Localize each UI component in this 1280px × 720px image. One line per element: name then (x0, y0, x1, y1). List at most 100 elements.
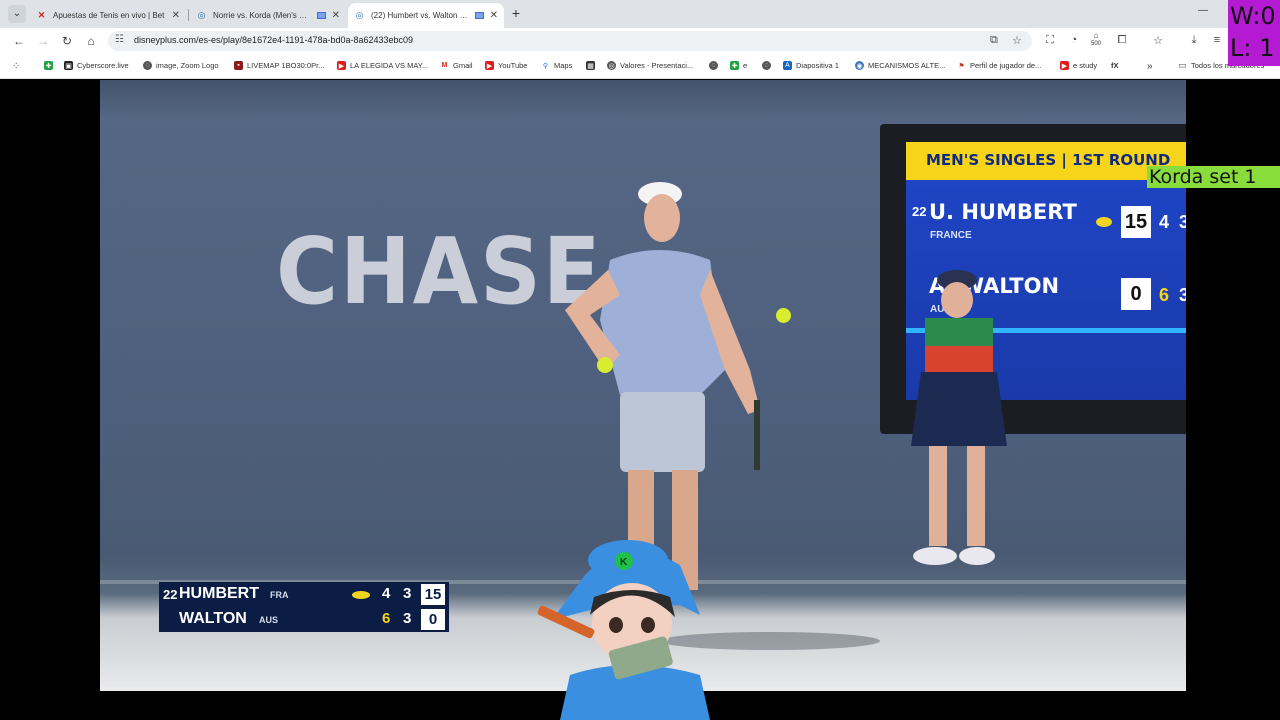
extension-badge[interactable]: ⌂ 500 (1091, 32, 1101, 48)
scoreboard-p2-set1: 6 (1159, 285, 1170, 305)
reading-list-star-icon[interactable]: ☆ (1151, 34, 1165, 47)
screenshot-extension-icon[interactable]: ⛶ (1043, 34, 1057, 47)
bookmark-livemap[interactable]: ▪ LIVEMAP 1BO30:0Pr... (234, 61, 324, 70)
bookmark-maps[interactable]: ⚲ Maps (541, 61, 572, 70)
bookmarks-overflow-chevron-icon[interactable]: » (1147, 61, 1153, 72)
racket-icon: ⚑ (957, 61, 966, 70)
tab-title: (22) Humbert vs. Walton (M (371, 11, 469, 20)
bookmark-label: e (743, 61, 748, 70)
scoreboard-p1-name: U. HUMBERT (929, 200, 1077, 224)
maps-pin-icon: ⚲ (541, 61, 550, 70)
bookmark-label: LA ELEGIDA VS MAY... (350, 61, 429, 70)
scorebug-p1-set2: 3 (403, 585, 412, 602)
address-url[interactable]: disneyplus.com/es-es/play/8e1672e4-1191-… (134, 35, 413, 45)
bookmark-globe-icon[interactable]: ◌ (709, 61, 722, 70)
scoreboard-p2-points: 0 (1121, 278, 1151, 310)
window-minimize-icon[interactable]: — (1198, 5, 1208, 16)
svg-text:K: K (620, 557, 628, 568)
downloads-icon[interactable]: ⤓ (1187, 34, 1201, 47)
back-arrow-icon[interactable]: ← (12, 33, 26, 49)
gmail-icon: M (440, 61, 449, 70)
extension-badge-dot-icon: ⌂ (1093, 31, 1099, 40)
address-bar[interactable]: ☷ disneyplus.com/es-es/play/8e1672e4-119… (108, 31, 1032, 51)
home-icon[interactable]: ⌂ (84, 33, 98, 49)
bookmark-mecanismos[interactable]: ◉ MECANISMOS ALTE... (855, 61, 945, 70)
media-playing-icon (474, 12, 484, 19)
scoreboard-p1-seed: 22 (912, 204, 927, 219)
new-tab-plus-icon[interactable]: + (509, 5, 523, 21)
scorebug-p2-country: AUS (259, 615, 279, 625)
losses-count: L: 1 (1230, 34, 1275, 62)
bookmark-zoom-logo[interactable]: ◌ image, Zoom Logo (143, 61, 219, 70)
media-playing-icon (316, 12, 326, 19)
scorebug-p2-set1: 6 (382, 610, 391, 627)
bookmark-label: Maps (554, 61, 573, 70)
globe-icon: ◌ (709, 61, 718, 70)
bookmark-dark-square-icon[interactable]: ▦ (586, 61, 599, 70)
scoreboard-p1-country: FRANCE (930, 230, 972, 241)
bookmark-cyberscore[interactable]: ▣ Cyberscore.live (64, 61, 129, 70)
reload-icon[interactable]: ↻ (60, 33, 74, 49)
bookmark-label: image, Zoom Logo (156, 61, 219, 70)
close-tab-icon[interactable]: ✕ (332, 10, 340, 21)
scorebug-p2-set2: 3 (403, 610, 412, 627)
bookmark-label: YouTube (498, 61, 528, 70)
scorebug-row-p2: WALTON AUS 6 3 0 (159, 607, 449, 632)
cast-icon[interactable]: ⧉ (990, 34, 998, 47)
serving-ball-icon (352, 591, 370, 599)
folder-icon: ▭ (1178, 60, 1187, 70)
bookmark-gmail[interactable]: M Gmail (440, 61, 473, 70)
chrome-style-icon: ◉ (855, 61, 864, 70)
bookmark-label: Perfil de jugador de... (970, 61, 1042, 70)
scorebug-p1-country: FRA (270, 590, 289, 600)
bookmark-star-icon[interactable]: ☆ (1012, 34, 1022, 47)
youtube-icon: ▶ (337, 61, 346, 70)
tab-search-chevron-icon[interactable]: ⌄ (8, 5, 26, 23)
globe-icon: ◎ (607, 61, 616, 70)
ball-kid-figure (911, 270, 1007, 565)
scorebug-p1-points: 15 (421, 584, 445, 605)
tab-bet-tennis[interactable]: ✕ Apuestas de Tenis en vivo | Bet ✕ (30, 3, 186, 28)
bookmark-globe-icon-2[interactable]: ◌ (762, 61, 775, 70)
bookmark-label: Valores - Presentaci... (620, 61, 694, 70)
streamer-avatar: K (537, 540, 710, 720)
bookmark-e[interactable]: ✚ e (730, 61, 747, 70)
bookmark-diapositiva[interactable]: A Diapositiva 1 (783, 61, 839, 70)
apps-grid-icon[interactable]: ⁘ (12, 61, 20, 72)
scorebug-p2-points: 0 (421, 609, 445, 630)
scorebug-row-p1: 22 HUMBERT FRA 4 3 15 (159, 582, 449, 607)
cyberscore-icon: ▣ (64, 61, 73, 70)
browser-toolbar: ← → ↻ ⌂ ☷ disneyplus.com/es-es/play/8e16… (0, 28, 1280, 54)
bookmark-la-elegida[interactable]: ▶ LA ELEGIDA VS MAY... (337, 61, 428, 70)
close-tab-icon[interactable]: ✕ (172, 10, 180, 21)
slides-icon: A (783, 61, 792, 70)
scoreboard-p1-set2: 3 (1179, 212, 1186, 232)
bookmark-label: e study (1073, 61, 1098, 70)
bookmark-e-study[interactable]: ▶ e study (1060, 61, 1097, 70)
bookmark-label: LIVEMAP 1BO30:0Pr... (247, 61, 325, 70)
dark-square-icon: ▦ (586, 61, 595, 70)
tab-norrie-korda[interactable]: ◎ Norrie vs. Korda (Men's First ✕ (190, 3, 346, 28)
tab-divider (188, 9, 189, 21)
extensions-puzzle-icon[interactable]: ⧠ (1115, 34, 1129, 47)
site-info-icon[interactable]: ☷ (115, 34, 124, 45)
bookmark-valores[interactable]: ◎ Valores - Presentaci... (607, 61, 693, 70)
extension-clock-icon[interactable]: ◔ (1067, 34, 1081, 46)
close-tab-icon[interactable]: ✕ (490, 10, 498, 21)
scoreboard-round-title: MEN'S SINGLES | 1ST ROUND (906, 142, 1186, 180)
bookmark-green-icon[interactable]: ✚ (44, 61, 57, 70)
stadium-wall (100, 80, 1186, 120)
bookmark-fx[interactable]: fX (1111, 61, 1119, 70)
bookmarks-bar: ⁘ ✚ ▣ Cyberscore.live ◌ image, Zoom Logo ▪… (0, 54, 1280, 79)
forward-arrow-icon[interactable]: → (36, 33, 50, 49)
bookmark-perfil[interactable]: ⚑ Perfil de jugador de... (957, 61, 1041, 70)
tab-humbert-walton[interactable]: ◎ (22) Humbert vs. Walton (M ✕ (348, 3, 504, 28)
menu-icon[interactable]: ≡ (1210, 34, 1224, 46)
bookmark-label: Diapositiva 1 (796, 61, 839, 70)
bookmark-label: fX (1111, 61, 1119, 70)
bookmark-label: MECANISMOS ALTE... (868, 61, 946, 70)
bookmark-youtube[interactable]: ▶ YouTube (485, 61, 527, 70)
extension-badge-count: 500 (1091, 41, 1102, 47)
youtube-icon: ▶ (485, 61, 494, 70)
bookmark-label: Cyberscore.live (77, 61, 129, 70)
